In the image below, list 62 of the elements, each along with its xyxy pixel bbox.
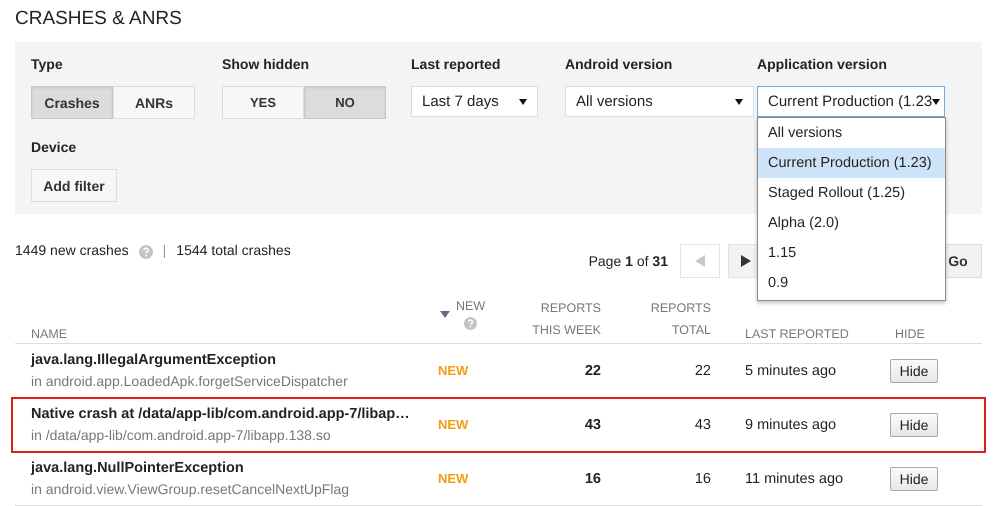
hide-button[interactable]: Hide bbox=[890, 358, 938, 382]
segment-button[interactable]: NO bbox=[304, 86, 386, 119]
column-header[interactable]: REPORTS THIS WEEK bbox=[500, 297, 613, 347]
select-field[interactable]: All versions bbox=[565, 86, 754, 117]
crash-name: java.lang.IllegalArgumentException bbox=[31, 352, 277, 368]
caret-icon bbox=[932, 98, 940, 104]
table-cell: 22 bbox=[694, 362, 711, 378]
crash-location: in /data/app-lib/com.android.app-7/libapp.138.so bbox=[31, 427, 332, 443]
menu-item[interactable]: Current Production (1.23) bbox=[758, 148, 945, 178]
new-label: NEW bbox=[438, 362, 468, 378]
table-cell: 43 bbox=[694, 416, 711, 432]
column-header[interactable]: LAST REPORTED bbox=[723, 297, 878, 347]
right-triangle-icon bbox=[741, 255, 751, 267]
table-cell: 16 bbox=[694, 470, 711, 486]
segment-button[interactable]: YES bbox=[222, 86, 304, 119]
select-field[interactable]: Last 7 days bbox=[411, 86, 538, 117]
menu-item[interactable]: Staged Rollout (1.25) bbox=[758, 178, 945, 208]
segment-button[interactable]: ANRs bbox=[113, 86, 195, 119]
crash-name: Native crash at /data/app-lib/com.android.app-7/libap… bbox=[31, 406, 411, 422]
help-icon[interactable] bbox=[464, 317, 478, 330]
menu-item[interactable]: All versions bbox=[758, 118, 945, 148]
caret-icon bbox=[519, 98, 527, 104]
column-header[interactable]: REPORTS TOTAL bbox=[613, 297, 723, 347]
crash-location: in android.app.LoadedApk.forgetServiceDispatcher bbox=[31, 373, 349, 389]
new-crashes-count: 1449 new crashes bbox=[15, 242, 129, 258]
filter-label: Application version bbox=[757, 56, 887, 72]
filter-label: Device bbox=[31, 139, 76, 155]
hide-button[interactable]: Hide bbox=[890, 412, 938, 436]
hide-button[interactable]: Hide bbox=[890, 466, 938, 490]
table-cell: 9 minutes ago bbox=[745, 416, 836, 432]
filter-label: Show hidden bbox=[222, 56, 310, 72]
filter-label: Type bbox=[31, 56, 63, 72]
new-label: NEW bbox=[438, 416, 468, 432]
total-crashes-count: 1544 total crashes bbox=[176, 242, 291, 258]
segment-button[interactable]: Crashes bbox=[31, 86, 113, 119]
caret-icon bbox=[735, 98, 743, 104]
previous-page-button[interactable] bbox=[680, 244, 720, 278]
crash-row[interactable]: Native crash at /data/app-lib/com.android.app-7/libap… in /data/app-lib/com.android.app-7/libapp.138.so NEW 43 43 9 minutes ago Hide bbox=[12, 398, 985, 452]
left-triangle-icon bbox=[695, 255, 705, 267]
table-cell: 5 minutes ago bbox=[745, 362, 836, 378]
column-header[interactable]: NAME bbox=[15, 297, 430, 347]
crash-row[interactable]: java.lang.NullPointerException in android.view.ViewGroup.resetCancelNextUpFlag NEW 16 16 11 minutes ago Hide bbox=[15, 452, 982, 506]
column-header[interactable]: NEW bbox=[430, 297, 500, 347]
filter-label: Android version bbox=[565, 56, 672, 72]
crash-row[interactable]: java.lang.IllegalArgumentException in android.app.LoadedApk.forgetServiceDispatcher NEW 22 22 5 minutes ago Hide bbox=[15, 344, 982, 398]
table-cell: 22 bbox=[584, 362, 601, 378]
page-title: CRASHES & ANRS bbox=[15, 7, 183, 31]
help-icon[interactable] bbox=[138, 245, 153, 259]
table-cell: 11 minutes ago bbox=[745, 470, 844, 486]
filter-label: Last reported bbox=[411, 56, 500, 72]
add-filter-button[interactable]: Add filter bbox=[31, 169, 117, 202]
table-cell: 43 bbox=[584, 416, 601, 432]
separator: | bbox=[162, 242, 166, 258]
table-cell: 16 bbox=[584, 470, 601, 486]
page-indicator: Page 1 of 31 bbox=[588, 253, 668, 269]
column-header[interactable]: HIDE bbox=[878, 297, 982, 347]
crash-name: java.lang.NullPointerException bbox=[31, 460, 245, 476]
menu-item[interactable]: Alpha (2.0) bbox=[758, 208, 945, 238]
sort-arrow-icon bbox=[440, 311, 450, 318]
crash-location: in android.view.ViewGroup.resetCancelNextUpFlag bbox=[31, 481, 350, 497]
select-field[interactable]: Current Production (1.23 bbox=[757, 86, 945, 117]
new-label: NEW bbox=[438, 470, 468, 486]
